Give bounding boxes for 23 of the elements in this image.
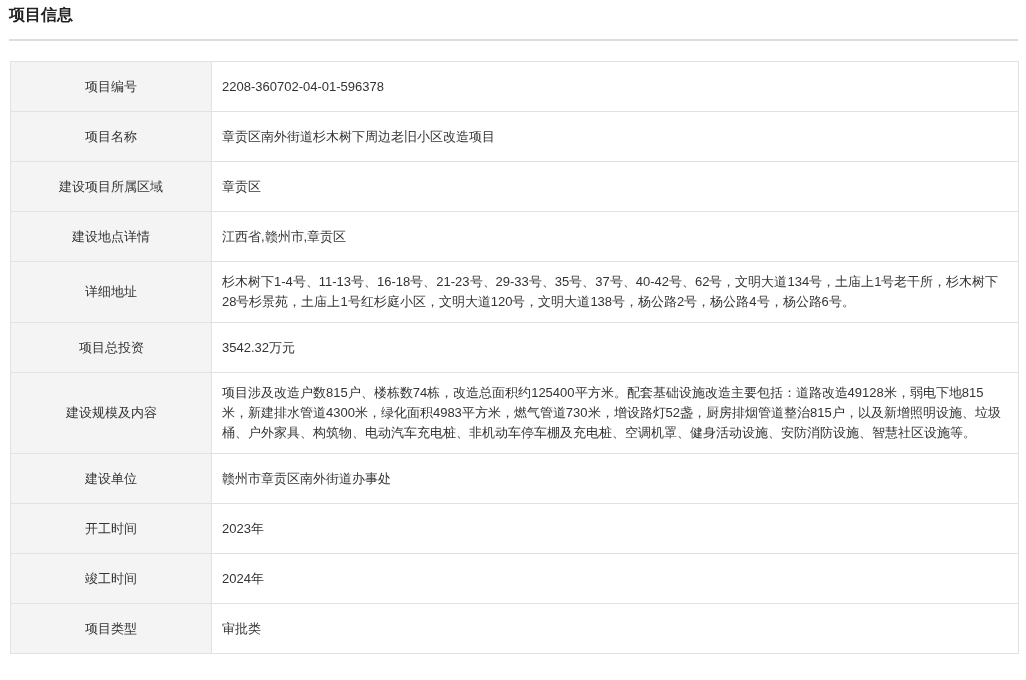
field-label: 项目名称 bbox=[10, 111, 212, 162]
field-label: 项目编号 bbox=[10, 61, 212, 112]
field-label: 竣工时间 bbox=[10, 553, 212, 604]
field-label: 建设规模及内容 bbox=[10, 372, 212, 454]
field-value: 江西省,赣州市,章贡区 bbox=[211, 211, 1019, 262]
field-value: 3542.32万元 bbox=[211, 322, 1019, 373]
field-value: 2208-360702-04-01-596378 bbox=[211, 61, 1019, 112]
field-label: 详细地址 bbox=[10, 261, 212, 323]
field-value: 2023年 bbox=[211, 503, 1019, 554]
field-label: 建设项目所属区域 bbox=[10, 161, 212, 212]
field-label: 开工时间 bbox=[10, 503, 212, 554]
field-value: 赣州市章贡区南外街道办事处 bbox=[211, 453, 1019, 504]
field-value: 项目涉及改造户数815户、楼栋数74栋，改造总面积约125400平方米。配套基础设施改造主要包括：道路改造49128米，弱电下地815米，新建排水管道4300米，绿化面积4983平方米，燃气管道730米，增设路灯52盏，厨房排烟管道整治815户，以及新增照明设施、垃圾桶、户外家具、构筑物、电动汽车充电桩、非机动车停车棚及充电桩、空调机罩、健身活动设施、安防消防设施、智慧社区设施等。 bbox=[211, 372, 1019, 454]
field-label: 建设地点详情 bbox=[10, 211, 212, 262]
field-value: 杉木树下1-4号、11-13号、16-18号、21-23号、29-33号、35号、37号、40-42号、62号，文明大道134号，土庙上1号老干所，杉木树下28号杉景苑，土庙上1号红杉庭小区，文明大道120号，文明大道138号，杨公路2号，杨公路4号，杨公路6号。 bbox=[211, 261, 1019, 323]
section-title: 项目信息 bbox=[9, 5, 74, 25]
field-value: 2024年 bbox=[211, 553, 1019, 604]
field-value: 章贡区南外街道杉木树下周边老旧小区改造项目 bbox=[211, 111, 1019, 162]
field-label: 项目总投资 bbox=[10, 322, 212, 373]
field-value: 章贡区 bbox=[211, 161, 1019, 212]
field-label: 项目类型 bbox=[10, 603, 212, 654]
field-value: 审批类 bbox=[211, 603, 1019, 654]
field-label: 建设单位 bbox=[10, 453, 212, 504]
